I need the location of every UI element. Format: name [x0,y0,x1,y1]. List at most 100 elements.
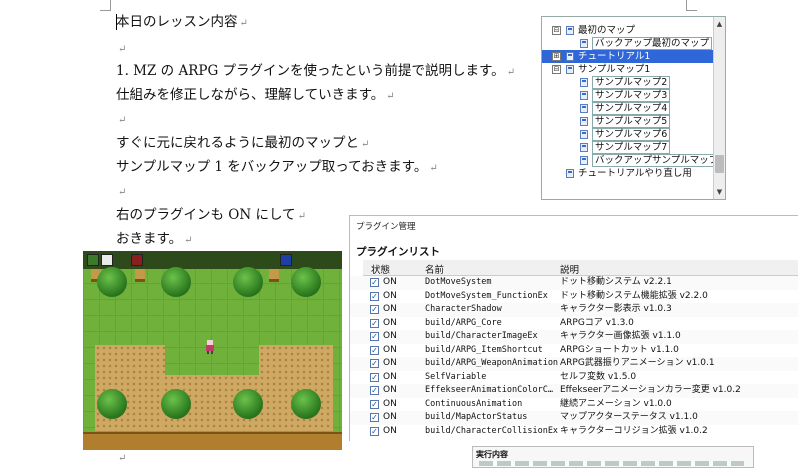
map-tree-item-label: サンプルマップ6 [592,128,671,141]
plugin-row[interactable]: ✓ ON build/CharacterCollisionEx キャラクターコリジョン… [350,425,798,439]
map-tree-item[interactable]: サンプルマップ2 [542,76,713,89]
map-tree-item[interactable]: サンプルマップ5 [542,115,713,128]
doc-line[interactable]: ↵ [116,182,126,202]
map-tree [97,389,127,419]
plugin-list-title: プラグインリスト [356,246,440,258]
doc-line[interactable]: ↵ [116,448,126,468]
doc-line[interactable]: サンプルマップ 1 をバックアップ取っておきます。 ↵ [116,158,438,178]
plugin-description: キャラクターコリジョン拡張 v1.0.2 [560,425,708,436]
plugin-row[interactable]: ✓ ON build/CharacterImageEx キャラクター画像拡張 v1.1… [350,330,798,344]
plugin-enabled-checkbox[interactable]: ✓ [370,345,379,355]
plugin-row[interactable]: ✓ ON DotMoveSystem ドット移動システム v2.2.1 [350,276,798,290]
plugin-state: ON [383,317,397,328]
player-sprite-icon [206,340,214,354]
doc-line[interactable]: ↵ [116,39,126,59]
plugin-row[interactable]: ✓ ON EffekseerAnimationColorC… Effekseerアニメ… [350,384,798,398]
expand-icon[interactable]: ⊞ [552,52,561,61]
map-tree-item[interactable]: サンプルマップ4 [542,102,713,115]
plugin-table-header: 状態 名前 説明 [363,260,798,276]
plugin-enabled-checkbox[interactable]: ✓ [370,399,379,409]
paragraph-mark-icon: ↵ [506,67,516,78]
map-tree-item-label: サンプルマップ7 [592,141,671,154]
plugin-enabled-checkbox[interactable]: ✓ [370,332,379,341]
column-name[interactable]: 名前 [425,262,444,276]
plugin-row[interactable]: ✓ ON CharacterShadow キャラクター影表示 v1.0.3 [350,303,798,317]
plugin-state: ON [383,371,397,382]
plugin-enabled-checkbox[interactable]: ✓ [370,413,379,422]
tile-chip-green [87,254,99,266]
map-dirt-area [95,345,165,431]
plugin-description: ARPG武器振りアニメーション v1.0.1 [560,358,715,368]
game-map-preview[interactable] [83,251,342,450]
doc-line[interactable]: 仕組みを修正しながら、理解していきます。 ↵ [116,86,395,106]
plugin-enabled-checkbox[interactable]: ✓ [370,291,379,301]
map-tree-item[interactable]: サンプルマップ6 [542,128,713,141]
plugin-row[interactable]: ✓ ON build/ARPG_ItemShortcut ARPGショートカット v1… [350,344,798,358]
map-tree-item[interactable]: ⊟ サンプルマップ1 [542,63,713,76]
plugin-row[interactable]: ✓ ON build/ARPG_Core ARPGコア v1.3.0 [350,317,798,331]
doc-line[interactable]: すぐに元に戻れるように最初のマップと ↵ [116,134,369,154]
scroll-up-arrow[interactable]: ▲ [715,19,724,29]
collapse-icon[interactable]: ⊟ [552,65,561,74]
map-tree-item[interactable]: バックアップ最初のマップ [542,37,713,50]
map-tree-item-label: サンプルマップ1 [578,64,651,75]
map-tree-item[interactable]: バックアップサンプルマップ1 [542,154,725,167]
tile-chip-red [131,254,143,266]
map-icon [580,91,588,100]
plugin-window-title: プラグイン管理 [356,222,416,232]
plugin-name: build/CharacterImageEx [425,331,538,341]
doc-line[interactable]: ↵ [116,110,126,130]
plugin-row[interactable]: ✓ ON SelfVariable セルフ変数 v1.5.0 [350,371,798,385]
plugin-description: ドット移動システム機能拡張 v2.2.0 [560,290,708,301]
plugin-name: SelfVariable [425,371,487,382]
doc-line[interactable]: おきます。 ↵ [116,230,193,250]
exec-content-preview [479,461,744,466]
map-tree-item[interactable]: チュートリアルやり直し用 [542,167,713,180]
plugin-state: ON [383,304,397,314]
doc-line[interactable]: 本日のレッスン内容 ↵ [116,13,248,33]
plugin-enabled-checkbox[interactable]: ✓ [370,305,379,314]
plugin-state: ON [383,344,397,355]
scroll-thumb[interactable] [715,155,724,173]
map-tree-item[interactable]: サンプルマップ7 [542,141,713,154]
map-icon [580,117,588,126]
tile-chip-blue [280,254,292,266]
column-desc[interactable]: 説明 [560,262,579,276]
paragraph-mark-icon: ↵ [118,453,127,464]
plugin-state: ON [383,277,397,287]
plugin-name: DotMoveSystem_FunctionEx [425,290,548,301]
collapse-icon[interactable]: ⊟ [552,26,561,35]
scroll-down-arrow[interactable]: ▼ [715,187,724,197]
plugin-enabled-checkbox[interactable]: ✓ [370,278,379,287]
map-tree-item[interactable]: サンプルマップ3 [542,89,713,102]
map-tree-panel[interactable]: ⊟ 最初のマップ バックアップ最初のマップ ⊞ チュートリアル1 ⊟ サンプルマップ1 サンプ… [541,16,726,200]
plugin-state: ON [383,385,397,395]
map-tree [233,267,263,297]
plugin-name: build/ARPG_ItemShortcut [425,344,543,355]
map-tree-item[interactable]: ⊟ 最初のマップ [542,24,713,37]
doc-line[interactable]: 右のプラグインも ON にして ↵ [116,206,306,226]
plugin-enabled-checkbox[interactable]: ✓ [370,318,379,328]
plugin-enabled-checkbox[interactable]: ✓ [370,386,379,395]
plugin-description: マップアクターステータス v1.1.0 [560,412,698,422]
paragraph-mark-icon: ↵ [184,235,193,246]
plugin-enabled-checkbox[interactable]: ✓ [370,359,379,368]
column-state[interactable]: 状態 [371,262,390,276]
doc-line[interactable]: 1. MZ の ARPG プラグインを使ったという前提で説明します。 ↵ [116,62,515,82]
plugin-description: キャラクター画像拡張 v1.1.0 [560,331,681,341]
plugin-row[interactable]: ✓ ON DotMoveSystem_FunctionEx ドット移動システム機能拡張… [350,290,798,304]
map-tree-item[interactable]: ⊞ チュートリアル1 [542,50,713,63]
plugin-row[interactable]: ✓ ON build/ARPG_WeaponAnimation ARPG武器振りアニメ… [350,357,798,371]
plugin-manager-window[interactable]: プラグイン管理 プラグインリスト 状態 名前 説明 ✓ ON DotMoveSyst… [349,215,798,441]
plugin-enabled-checkbox[interactable]: ✓ [370,426,379,436]
map-tree [97,267,127,297]
doc-line-text: サンプルマップ 1 をバックアップ取っておきます。 [116,159,428,175]
tree-scrollbar[interactable]: ▲ ▼ [713,17,725,199]
plugin-description: ARPGコア v1.3.0 [560,317,634,328]
doc-line-text: 本日のレッスン内容 [116,14,238,30]
plugin-row[interactable]: ✓ ON build/MapActorStatus マップアクターステータス v1.1… [350,411,798,425]
map-icon [580,39,588,48]
map-tree [161,267,191,297]
plugin-row[interactable]: ✓ ON ContinuousAnimation 継続アニメーション v1.0.0 [350,398,798,412]
plugin-enabled-checkbox[interactable]: ✓ [370,372,379,382]
